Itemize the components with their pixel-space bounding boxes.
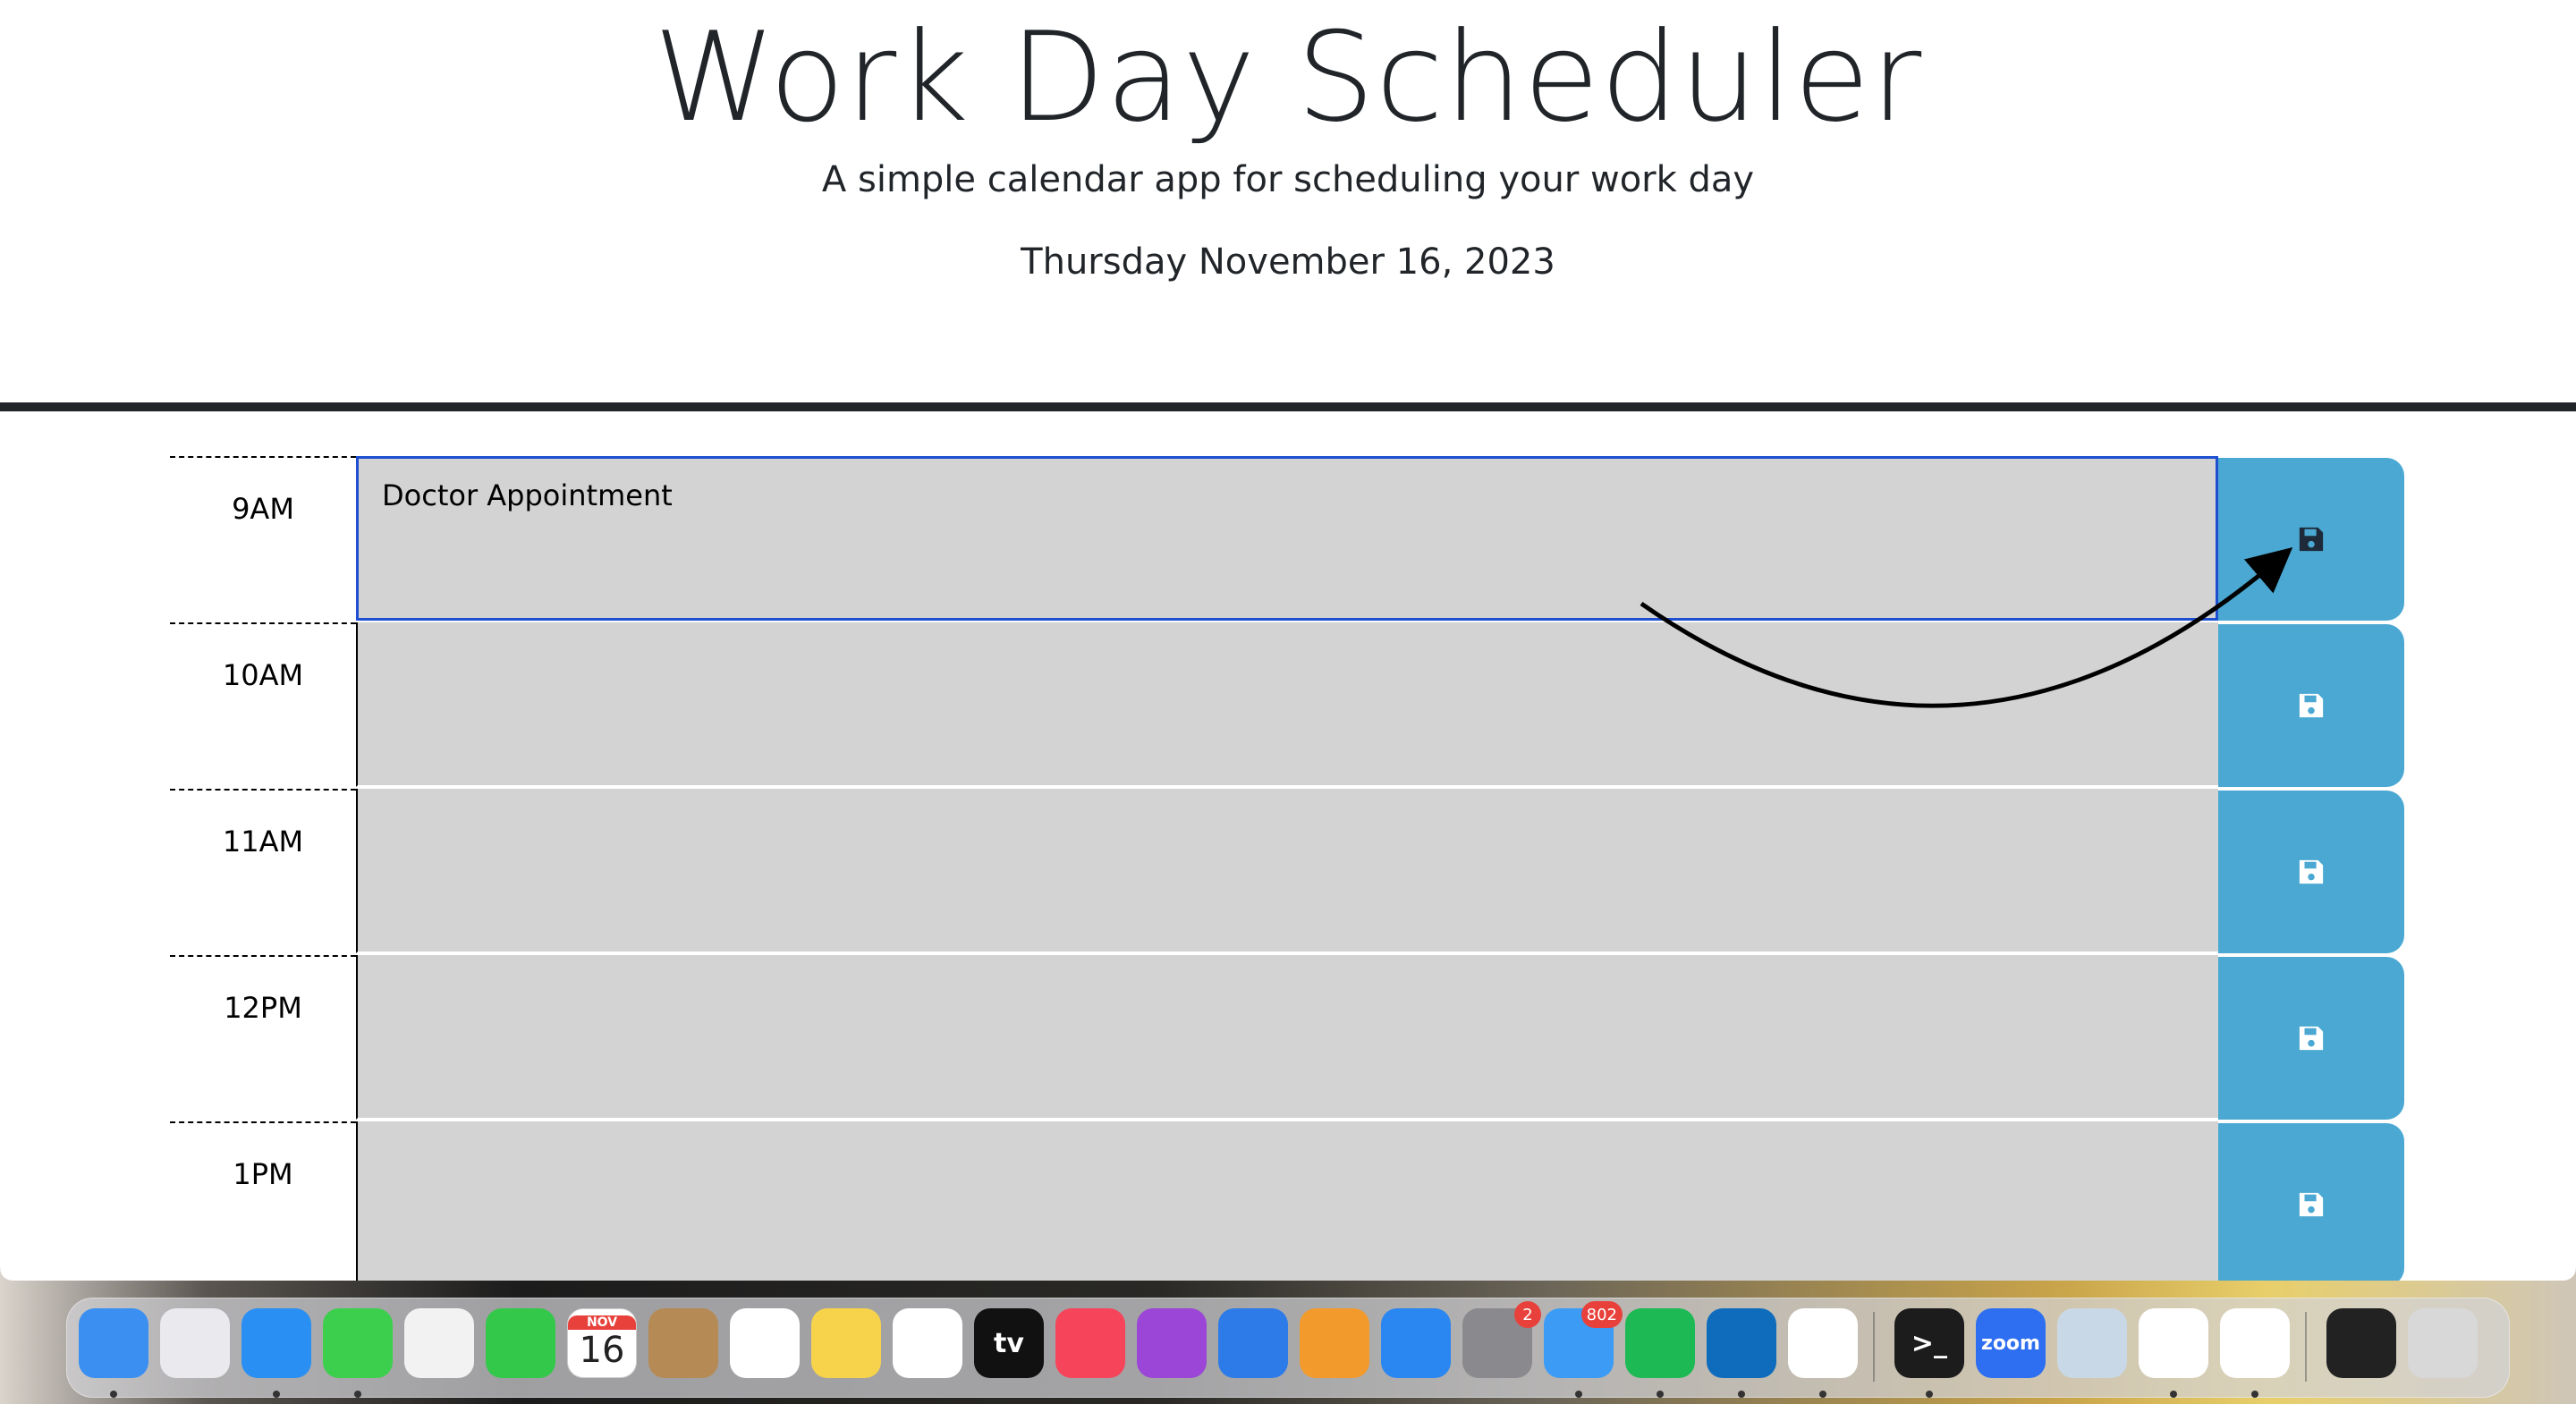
running-indicator [354,1391,361,1398]
trash-icon[interactable] [2408,1308,2478,1378]
running-indicator [1819,1391,1826,1398]
save-button[interactable] [2218,624,2404,787]
system-settings-icon[interactable]: 2 [1462,1301,1541,1378]
preview-icon[interactable] [2057,1308,2127,1378]
finder-icon[interactable] [79,1308,148,1398]
calendar-day-label: 16 [579,1330,625,1371]
save-button[interactable] [2218,1123,2404,1281]
event-description-input[interactable] [356,622,2218,787]
notes-icon[interactable] [811,1308,881,1378]
launchpad-icon[interactable] [160,1308,230,1378]
hour-label: 10AM [170,622,356,787]
page-subtitle: A simple calendar app for scheduling you… [821,159,1755,200]
save-button[interactable] [2218,791,2404,953]
floppy-disk-icon [2299,527,2324,552]
outlook-icon[interactable] [1707,1308,1776,1398]
save-button[interactable] [2218,458,2404,621]
app-label: >_ [1911,1327,1948,1359]
running-indicator [1926,1391,1933,1398]
save-button[interactable] [2218,957,2404,1120]
time-block-1pm: 1PM [0,1121,2576,1281]
browser-page: Work Day Scheduler A simple calendar app… [0,0,2576,1281]
event-description-input[interactable] [356,955,2218,1120]
terminal-icon[interactable]: >_ [1894,1308,1964,1398]
mail-icon[interactable]: 802 [1544,1301,1623,1398]
hour-label: 1PM [170,1121,356,1281]
hour-label: 11AM [170,789,356,953]
chrome-icon[interactable] [1788,1308,1858,1398]
facetime-icon[interactable] [486,1308,555,1378]
running-indicator [2251,1391,2258,1398]
floppy-disk-icon [2299,859,2324,884]
event-description-input[interactable] [356,1121,2218,1281]
hour-label: 12PM [170,955,356,1120]
floppy-disk-icon [2299,693,2324,718]
music-icon[interactable] [1055,1308,1125,1378]
vscode-icon[interactable] [2220,1308,2290,1398]
freeform-icon[interactable] [893,1308,962,1378]
floppy-disk-icon [2299,1026,2324,1051]
time-block-10am: 10AM [0,622,2576,789]
page-title: Work Day Scheduler [653,5,1923,149]
app-label: tv [994,1327,1024,1359]
safari-icon[interactable] [242,1308,311,1398]
vscode-window-icon[interactable] [2326,1308,2396,1378]
slack-icon[interactable] [2139,1308,2208,1398]
messages-icon[interactable] [323,1308,393,1398]
event-description-input[interactable]: Doctor Appointment [356,456,2218,621]
reminders-icon[interactable] [730,1308,800,1378]
running-indicator [1657,1391,1664,1398]
zoom-icon[interactable]: zoom [1976,1308,2046,1378]
time-block-9am: 9AM Doctor Appointment [0,456,2576,622]
spotify-icon[interactable] [1625,1308,1695,1398]
page-header: Work Day Scheduler A simple calendar app… [0,0,2576,406]
notification-badge: 2 [1514,1301,1541,1328]
calendar-month-label: NOV [568,1315,636,1330]
event-description-input[interactable] [356,789,2218,953]
running-indicator [110,1391,117,1398]
podcasts-icon[interactable] [1137,1308,1207,1378]
running-indicator [1738,1391,1745,1398]
contacts-icon[interactable] [648,1308,718,1378]
running-indicator [273,1391,280,1398]
macos-dock: NOV 16 tv 2 802 >_ zoom [66,1298,2510,1398]
time-block-12pm: 12PM [0,955,2576,1121]
apple-tv-icon[interactable]: tv [974,1308,1044,1378]
keynote-icon[interactable] [1218,1308,1288,1378]
dock-separator [1873,1312,1875,1382]
dock-separator [2305,1312,2307,1382]
running-indicator [2170,1391,2177,1398]
header-divider [0,402,2576,411]
app-label: zoom [1981,1332,2040,1355]
photos-icon[interactable] [404,1308,474,1378]
notification-badge: 802 [1580,1301,1623,1328]
floppy-disk-icon [2299,1192,2324,1217]
pages-icon[interactable] [1300,1308,1369,1378]
calendar-icon[interactable]: NOV 16 [567,1308,637,1378]
time-block-11am: 11AM [0,789,2576,955]
hour-label: 9AM [170,456,356,621]
running-indicator [1575,1391,1582,1398]
current-date: Thursday November 16, 2023 [1021,241,1555,283]
app-store-icon[interactable] [1381,1308,1451,1378]
